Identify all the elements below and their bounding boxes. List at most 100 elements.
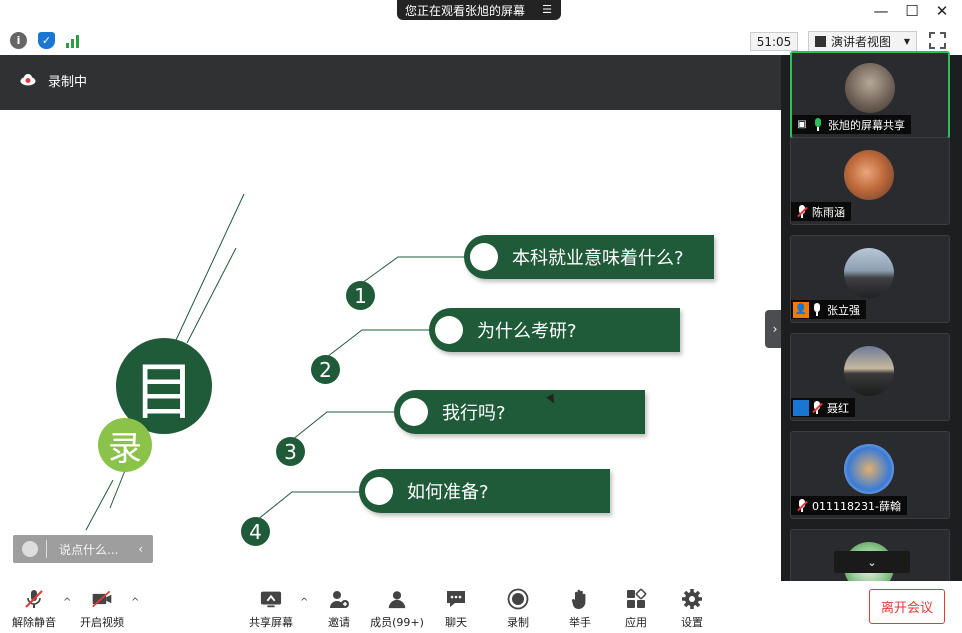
danmaku-placeholder: 说点什么... xyxy=(59,542,119,557)
layout-icon xyxy=(815,36,826,47)
start-video-label: 开启视频 xyxy=(80,616,124,629)
toc-item-text: 本科就业意味着什么? xyxy=(512,248,684,269)
screen-share-icon: ▣ xyxy=(797,119,807,130)
avatar xyxy=(844,346,894,396)
audio-options-chevron-icon[interactable]: ^ xyxy=(63,597,71,608)
apps-label: 应用 xyxy=(625,616,647,629)
info-icon[interactable]: i xyxy=(10,32,27,49)
gear-icon xyxy=(681,588,703,610)
avatar xyxy=(844,150,894,200)
members-icon xyxy=(386,588,408,610)
raise-hand-label: 举手 xyxy=(569,616,591,629)
mic-on-icon xyxy=(812,302,822,317)
participant-tile[interactable]: 011118231-薛翰 xyxy=(790,431,950,519)
toc-item-3: 我行吗? xyxy=(394,390,645,434)
toc-item-knob xyxy=(365,477,393,505)
chat-button[interactable]: 聊天 xyxy=(426,581,486,633)
toc-number-4: 4 xyxy=(241,517,270,546)
apps-icon xyxy=(625,588,647,610)
recording-bar: 录制中 xyxy=(0,55,781,110)
chat-icon xyxy=(445,588,467,610)
emoji-icon[interactable] xyxy=(22,541,38,557)
chat-label: 聊天 xyxy=(445,616,467,629)
minimize-button[interactable]: — xyxy=(871,2,891,20)
participant-name-label: ▣ 张旭的屏幕共享 xyxy=(792,115,911,134)
meeting-window: 您正在观看张旭的屏幕 ☰ — ☐ ✕ i ✓ 51:05 演讲者视图 ▼ 录制中 xyxy=(0,0,962,633)
share-screen-label: 共享屏幕 xyxy=(249,616,293,629)
apps-button[interactable]: 应用 xyxy=(606,581,666,633)
participant-tile[interactable]: ▣ 张旭的屏幕共享 xyxy=(790,51,950,139)
settings-button[interactable]: 设置 xyxy=(662,581,722,633)
view-mode-select[interactable]: 演讲者视图 ▼ xyxy=(808,31,917,52)
meeting-controls: 解除静音 ^ 开启视频 ^ 共享屏幕 ^ 邀请 成员(99+) 聊天 录制 举手… xyxy=(0,581,962,633)
share-options-chevron-icon[interactable]: ^ xyxy=(300,597,308,608)
invite-label: 邀请 xyxy=(328,616,350,629)
toc-item-text: 如何准备? xyxy=(407,482,489,503)
toc-number-3: 3 xyxy=(276,437,305,466)
participant-name: 陈雨涵 xyxy=(812,205,845,219)
participants-panel: ▣ 张旭的屏幕共享 陈雨涵 👤 张立强 👤 聂红 011118231-薛翰 xyxy=(781,51,962,617)
hand-icon xyxy=(569,588,591,610)
participant-tile[interactable]: 👤 张立强 xyxy=(790,235,950,323)
share-screen-button[interactable]: 共享屏幕 xyxy=(241,581,301,633)
user-icon: 👤 xyxy=(793,301,809,318)
close-button[interactable]: ✕ xyxy=(932,2,952,20)
participant-name-label: 👤 张立强 xyxy=(791,300,866,319)
participant-name: 张立强 xyxy=(827,303,860,317)
record-button[interactable]: 录制 xyxy=(488,581,548,633)
settings-label: 设置 xyxy=(681,616,703,629)
participant-name-label: 011118231-薛翰 xyxy=(791,496,907,515)
mic-muted-icon xyxy=(23,588,45,610)
signal-icon[interactable] xyxy=(66,33,83,48)
view-mode-label: 演讲者视图 xyxy=(831,35,892,49)
sharing-banner[interactable]: 您正在观看张旭的屏幕 ☰ xyxy=(397,0,561,20)
shield-icon[interactable]: ✓ xyxy=(38,32,55,49)
video-options-chevron-icon[interactable]: ^ xyxy=(131,597,139,608)
recording-label: 录制中 xyxy=(48,75,88,90)
invite-button[interactable]: 邀请 xyxy=(309,581,369,633)
raise-hand-button[interactable]: 举手 xyxy=(550,581,610,633)
record-label: 录制 xyxy=(507,616,529,629)
fullscreen-icon[interactable] xyxy=(929,32,946,49)
participant-tile[interactable]: 👤 聂红 xyxy=(790,333,950,421)
participant-name-label: 陈雨涵 xyxy=(791,202,851,221)
toc-item-1: 本科就业意味着什么? xyxy=(464,235,714,279)
members-button[interactable]: 成员(99+) xyxy=(367,581,427,633)
add-user-icon xyxy=(328,588,350,610)
share-screen-icon xyxy=(260,588,282,610)
maximize-button[interactable]: ☐ xyxy=(902,2,922,20)
participant-name: 张旭的屏幕共享 xyxy=(828,118,905,132)
avatar xyxy=(845,63,895,113)
mic-muted-icon xyxy=(797,204,808,219)
collapse-icon[interactable]: ‹ xyxy=(138,542,143,556)
scroll-down-button[interactable]: ⌄ xyxy=(834,551,910,573)
chevron-down-icon: ▼ xyxy=(903,37,910,46)
camera-off-icon xyxy=(91,588,113,610)
record-icon xyxy=(507,588,529,610)
toc-circle-small: 录 xyxy=(98,418,152,472)
toc-item-text: 为什么考研? xyxy=(477,321,577,342)
menu-icon[interactable]: ☰ xyxy=(542,3,552,16)
avatar xyxy=(844,444,894,494)
avatar xyxy=(844,248,894,298)
toc-item-knob xyxy=(435,316,463,344)
start-video-button[interactable]: 开启视频 xyxy=(72,581,132,633)
members-label: 成员(99+) xyxy=(370,616,424,629)
participant-name: 011118231-薛翰 xyxy=(812,499,901,513)
participant-tile[interactable]: 陈雨涵 xyxy=(790,137,950,225)
toc-item-knob xyxy=(400,398,428,426)
danmaku-input[interactable]: 说点什么... ‹ xyxy=(13,535,153,563)
presentation-slide: 目 录 本科就业意味着什么? 为什么考研? 我行吗? 如何准备? 1 2 3 4 xyxy=(0,110,781,604)
toc-number-2: 2 xyxy=(311,355,340,384)
user-icon: 👤 xyxy=(793,399,809,416)
slide-connector-lines xyxy=(85,193,470,531)
participant-name: 聂红 xyxy=(827,401,849,415)
mic-muted-icon xyxy=(797,498,808,513)
divider xyxy=(46,540,47,558)
sharing-banner-text: 您正在观看张旭的屏幕 xyxy=(405,3,526,18)
cloud-record-icon xyxy=(20,74,36,86)
toc-number-1: 1 xyxy=(346,281,375,310)
toc-item-2: 为什么考研? xyxy=(429,308,680,352)
leave-meeting-button[interactable]: 离开会议 xyxy=(869,589,945,624)
unmute-button[interactable]: 解除静音 xyxy=(4,581,64,633)
